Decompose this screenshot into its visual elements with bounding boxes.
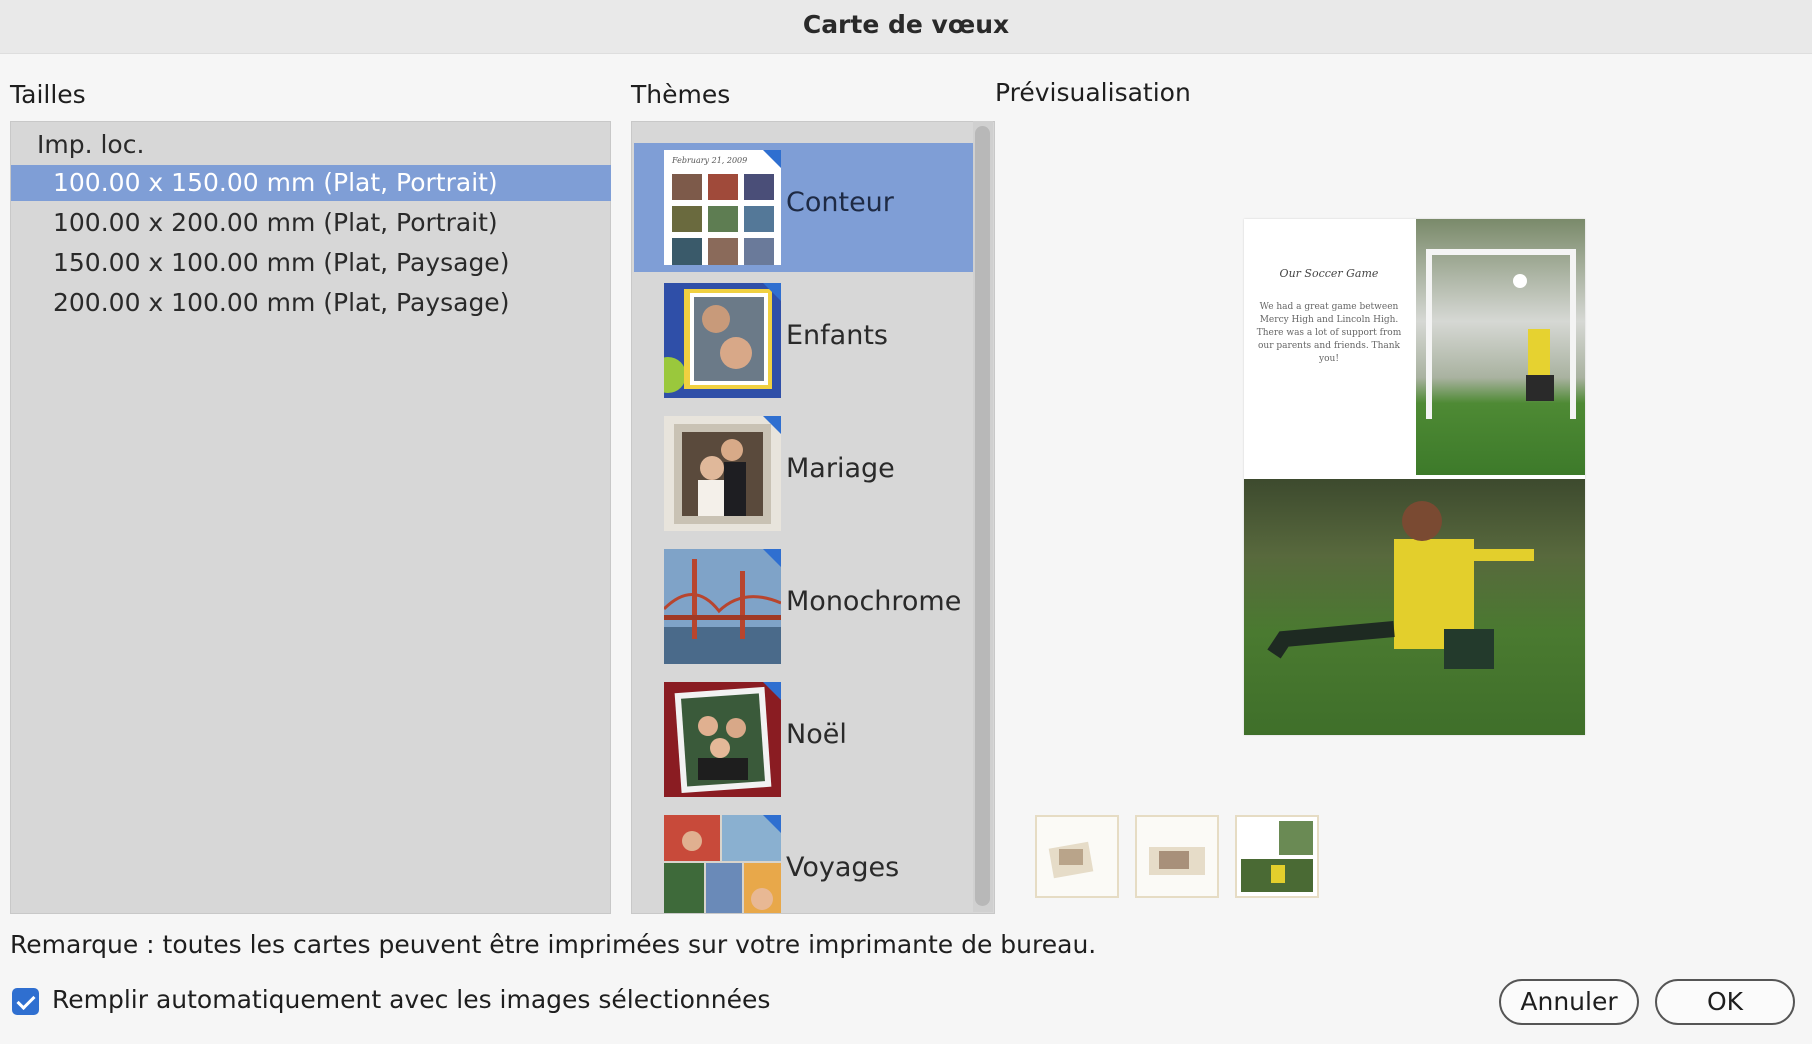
preview-label: Prévisualisation — [995, 78, 1191, 107]
preview-thumbnail-2[interactable] — [1135, 815, 1219, 898]
theme-name: Mariage — [786, 453, 895, 484]
theme-thumbnail-noel — [664, 682, 781, 797]
theme-item-monochrome[interactable]: Monochrome — [634, 542, 974, 671]
theme-item-mariage[interactable]: Mariage — [634, 409, 974, 538]
theme-thumbnail-monochrome — [664, 549, 781, 664]
sizes-label: Tailles — [10, 80, 86, 109]
theme-item-enfants[interactable]: Enfants — [634, 276, 974, 405]
preview-thumbnail-1[interactable] — [1035, 815, 1119, 898]
preview-text-panel: Our Soccer Game We had a great game betw… — [1244, 219, 1414, 475]
preview-thumbnail-3[interactable] — [1235, 815, 1319, 898]
theme-name: Monochrome — [786, 586, 962, 617]
theme-thumbnail-voyages — [664, 815, 781, 913]
preview-card-title: Our Soccer Game — [1279, 267, 1379, 280]
theme-thumbnail-mariage — [664, 416, 781, 531]
preview-photo-kicker — [1244, 479, 1585, 735]
size-item-100x200[interactable]: 100.00 x 200.00 mm (Plat, Portrait) — [11, 205, 611, 241]
size-item-200x100[interactable]: 200.00 x 100.00 mm (Plat, Paysage) — [11, 285, 611, 321]
autofill-checkbox[interactable] — [12, 988, 39, 1015]
sizes-group-header: Imp. loc. — [37, 130, 145, 159]
theme-name: Noël — [786, 719, 847, 750]
autofill-label[interactable]: Remplir automatiquement avec les images … — [52, 985, 770, 1014]
preview-card-body: We had a great game between Mercy High a… — [1256, 302, 1402, 364]
theme-item-conteur[interactable]: February 21, 2009 Conteur — [634, 143, 974, 272]
size-item-100x150[interactable]: 100.00 x 150.00 mm (Plat, Portrait) — [11, 165, 611, 201]
theme-name: Voyages — [786, 852, 900, 883]
preview-photo-goalkeeper — [1416, 219, 1585, 475]
dialog-title: Carte de vœux — [802, 10, 1010, 39]
cancel-button[interactable]: Annuler — [1499, 979, 1639, 1025]
themes-scrollbar-thumb[interactable] — [975, 126, 990, 906]
theme-thumbnail-enfants — [664, 283, 781, 398]
theme-item-voyages[interactable]: Voyages — [634, 808, 974, 913]
size-item-150x100[interactable]: 150.00 x 100.00 mm (Plat, Paysage) — [11, 245, 611, 281]
title-bar: Carte de vœux — [0, 0, 1812, 54]
theme-item-noel[interactable]: Noël — [634, 675, 974, 804]
preview-card: Our Soccer Game We had a great game betw… — [1244, 219, 1585, 735]
themes-list[interactable]: February 21, 2009 Conteur Enfants Mariag… — [631, 121, 995, 914]
theme-name: Enfants — [786, 320, 888, 351]
svg-text:February 21, 2009: February 21, 2009 — [671, 156, 747, 165]
sizes-list[interactable]: Imp. loc. 100.00 x 150.00 mm (Plat, Port… — [10, 121, 611, 914]
theme-thumbnail-conteur: February 21, 2009 — [664, 150, 781, 265]
printing-note: Remarque : toutes les cartes peuvent êtr… — [10, 930, 1097, 959]
ok-button[interactable]: OK — [1655, 979, 1795, 1025]
themes-label: Thèmes — [631, 80, 731, 109]
theme-name: Conteur — [786, 187, 894, 218]
